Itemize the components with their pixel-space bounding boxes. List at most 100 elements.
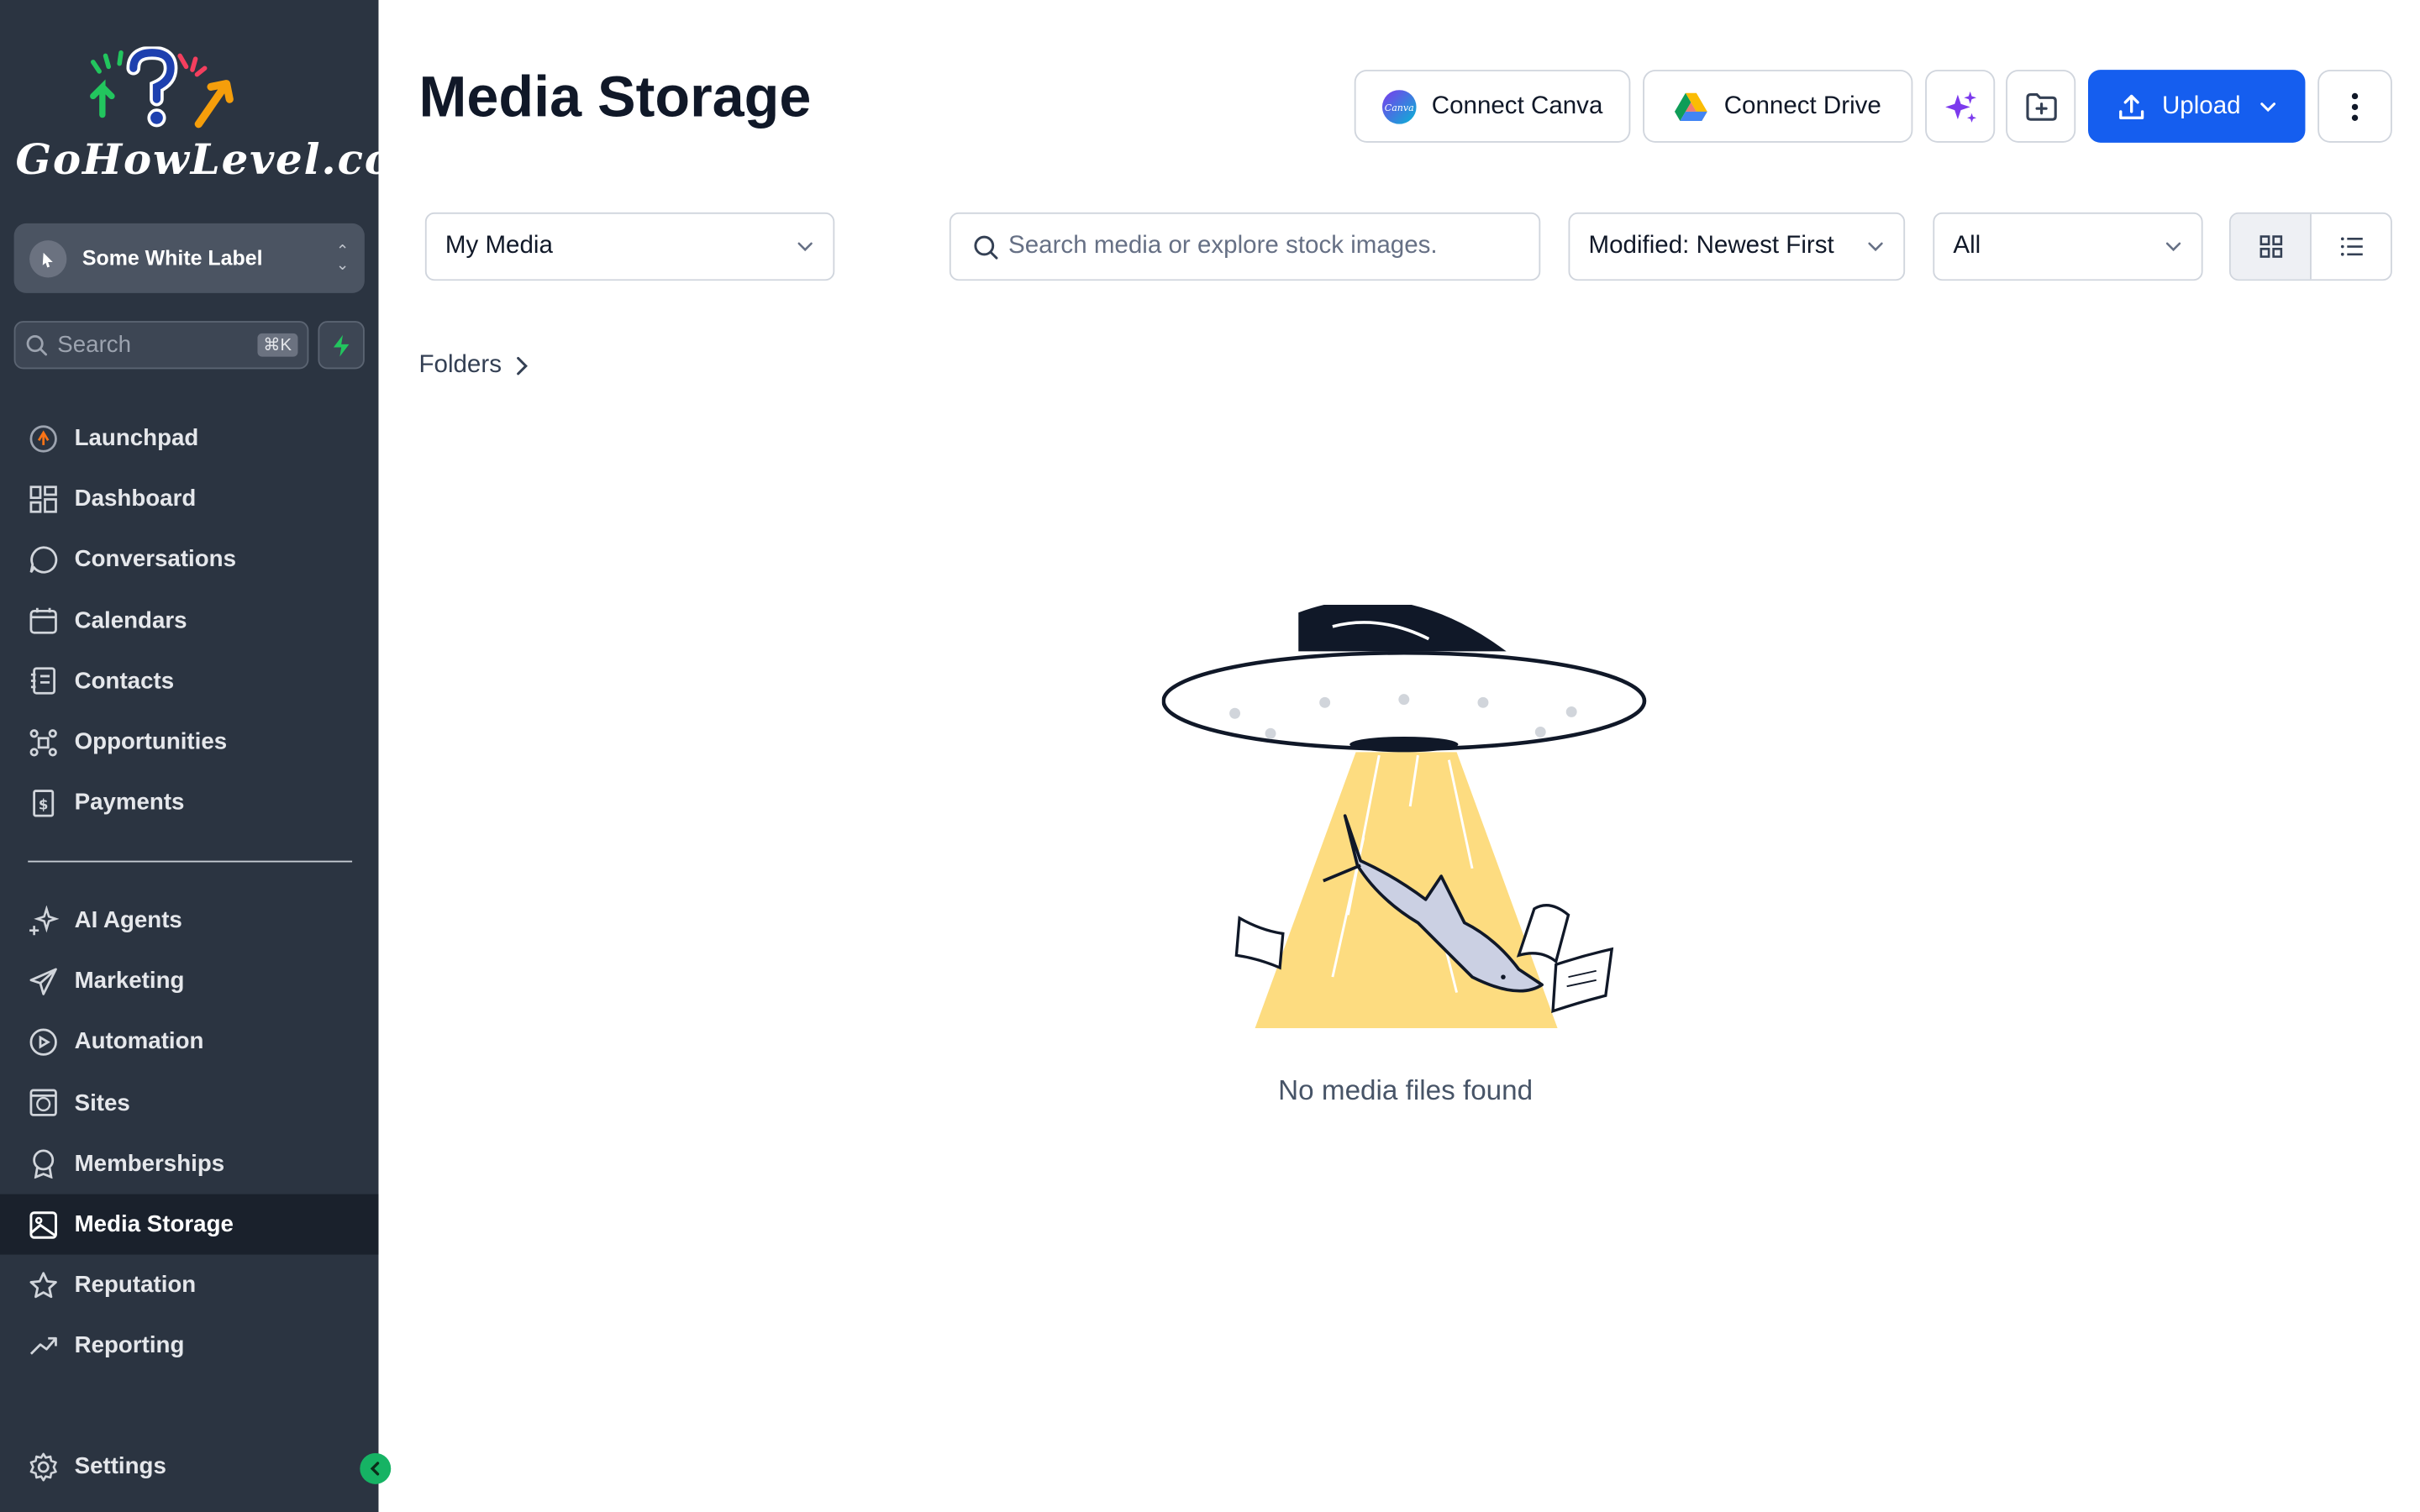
location-switcher[interactable]: Some White Label ⌃ ⌄ xyxy=(13,223,365,293)
svg-text:Canva: Canva xyxy=(1384,102,1413,113)
sidebar-item-contacts[interactable]: Contacts xyxy=(0,651,378,711)
chat-icon xyxy=(29,546,58,574)
chevron-down-icon xyxy=(2260,102,2276,112)
sidebar-item-marketing[interactable]: Marketing xyxy=(0,951,378,1011)
media-search-input[interactable] xyxy=(1008,232,1505,261)
sidebar-item-calendars[interactable]: Calendars xyxy=(0,591,378,651)
sidebar-search-input[interactable]: Search ⌘K xyxy=(13,321,309,370)
folders-label: Folders xyxy=(418,352,502,379)
opportunities-icon xyxy=(29,728,57,756)
primary-nav: Launchpad Dashboard Conversations Calend… xyxy=(0,408,378,833)
sidebar-item-memberships[interactable]: Memberships xyxy=(0,1133,378,1194)
connect-drive-button[interactable]: Connect Drive xyxy=(1643,70,1913,143)
location-avatar-icon xyxy=(29,239,67,277)
list-view-button[interactable] xyxy=(2312,214,2391,280)
sidebar-item-label: Reputation xyxy=(74,1272,197,1299)
chevron-right-icon xyxy=(517,356,529,375)
send-icon xyxy=(29,968,57,995)
sidebar-item-label: Contacts xyxy=(74,668,175,695)
more-options-button[interactable] xyxy=(2317,70,2392,143)
search-icon xyxy=(974,234,998,259)
ai-magic-button[interactable] xyxy=(1925,70,1996,143)
google-drive-icon xyxy=(1675,92,1708,121)
search-shortcut-badge: ⌘K xyxy=(256,333,298,357)
search-icon xyxy=(26,335,48,356)
sidebar-item-automation[interactable]: Automation xyxy=(0,1011,378,1072)
sparkles-icon xyxy=(1944,91,1976,122)
folders-breadcrumb[interactable]: Folders xyxy=(418,352,532,380)
secondary-nav: AI Agents Marketing Automation Sites Mem… xyxy=(0,890,379,1377)
gear-icon xyxy=(29,1452,57,1481)
sidebar-item-settings[interactable]: Settings xyxy=(0,1436,378,1497)
chevron-down-icon xyxy=(2165,242,2181,252)
new-folder-button[interactable] xyxy=(2006,70,2076,143)
media-source-value: My Media xyxy=(445,232,553,260)
chevron-up-down-icon: ⌃ ⌄ xyxy=(335,242,350,274)
sidebar-item-sites[interactable]: Sites xyxy=(0,1073,378,1133)
contacts-icon xyxy=(30,667,56,696)
sidebar-item-opportunities[interactable]: Opportunities xyxy=(0,711,378,772)
folder-plus-icon xyxy=(2025,92,2056,120)
sparkle-icon xyxy=(29,905,60,935)
play-circle-icon xyxy=(29,1028,57,1056)
sidebar-item-label: AI Agents xyxy=(74,907,182,934)
grid-view-button[interactable] xyxy=(2230,213,2312,280)
sidebar-item-label: Reporting xyxy=(74,1332,185,1360)
badge-icon xyxy=(33,1150,55,1179)
launchpad-icon xyxy=(29,424,57,452)
media-search-field[interactable] xyxy=(949,212,1541,281)
sidebar-item-label: Media Storage xyxy=(74,1210,234,1238)
sidebar-item-label: Opportunities xyxy=(74,728,228,756)
sidebar-item-ai-agents[interactable]: AI Agents xyxy=(0,890,378,951)
page-title: Media Storage xyxy=(418,65,812,129)
connect-canva-label: Connect Canva xyxy=(1431,92,1603,119)
bolt-icon xyxy=(333,333,350,356)
grid-icon xyxy=(2259,235,2282,258)
sidebar-item-label: Payments xyxy=(74,790,185,816)
star-icon xyxy=(29,1271,57,1298)
quick-actions-button[interactable] xyxy=(318,321,365,370)
upload-button[interactable]: Upload xyxy=(2087,70,2306,143)
sidebar-item-label: Launchpad xyxy=(74,425,199,452)
dashboard-icon xyxy=(29,485,57,513)
calendar-icon xyxy=(29,607,57,634)
sidebar-item-payments[interactable]: $ Payments xyxy=(0,773,378,833)
list-icon xyxy=(2339,237,2362,256)
connect-drive-label: Connect Drive xyxy=(1723,92,1881,119)
sidebar-item-label: Memberships xyxy=(74,1150,225,1177)
sidebar-item-label: Dashboard xyxy=(74,486,197,512)
kebab-menu-icon xyxy=(2351,92,2359,121)
logo-mark-icon xyxy=(90,46,234,129)
file-type-select[interactable]: All xyxy=(1933,212,2203,281)
location-name: Some White Label xyxy=(82,246,263,270)
empty-state-ufo-illustration xyxy=(1161,605,1647,1029)
connect-canva-button[interactable]: Canva Connect Canva xyxy=(1354,70,1631,143)
bottom-nav: Settings xyxy=(0,1436,378,1497)
upload-label: Upload xyxy=(2161,92,2241,119)
sidebar-item-dashboard[interactable]: Dashboard xyxy=(0,469,378,529)
file-type-value: All xyxy=(1953,232,1981,260)
view-mode-toggle xyxy=(2228,212,2392,281)
payments-icon: $ xyxy=(33,789,55,816)
media-source-select[interactable]: My Media xyxy=(424,212,835,281)
chevron-down-icon xyxy=(1868,242,1883,252)
sidebar-item-reputation[interactable]: Reputation xyxy=(0,1255,378,1315)
sidebar-item-launchpad[interactable]: Launchpad xyxy=(0,408,378,469)
sidebar-item-conversations[interactable]: Conversations xyxy=(0,529,378,590)
logo-text: GoHowLevel.com xyxy=(15,136,440,185)
sidebar-item-label: Conversations xyxy=(74,546,236,574)
sidebar: GoHowLevel.com Some White Label ⌃ ⌄ Searc… xyxy=(0,0,439,1512)
sidebar-item-label: Automation xyxy=(74,1028,204,1056)
chevron-down-icon xyxy=(797,242,813,252)
image-icon xyxy=(29,1210,57,1238)
sort-value: Modified: Newest First xyxy=(1588,232,1834,260)
sidebar-item-media-storage[interactable]: Media Storage xyxy=(0,1194,379,1255)
sidebar-item-label: Calendars xyxy=(74,607,187,634)
globe-icon xyxy=(29,1089,57,1117)
brand-logo[interactable]: GoHowLevel.com xyxy=(13,46,439,189)
sidebar-item-label: Settings xyxy=(74,1453,166,1480)
sidebar-item-reporting[interactable]: Reporting xyxy=(0,1315,378,1376)
sort-select[interactable]: Modified: Newest First xyxy=(1568,212,1906,281)
main-content: Media Storage Canva Connect Canva Connec… xyxy=(378,0,2420,1512)
svg-text:$: $ xyxy=(39,796,49,812)
